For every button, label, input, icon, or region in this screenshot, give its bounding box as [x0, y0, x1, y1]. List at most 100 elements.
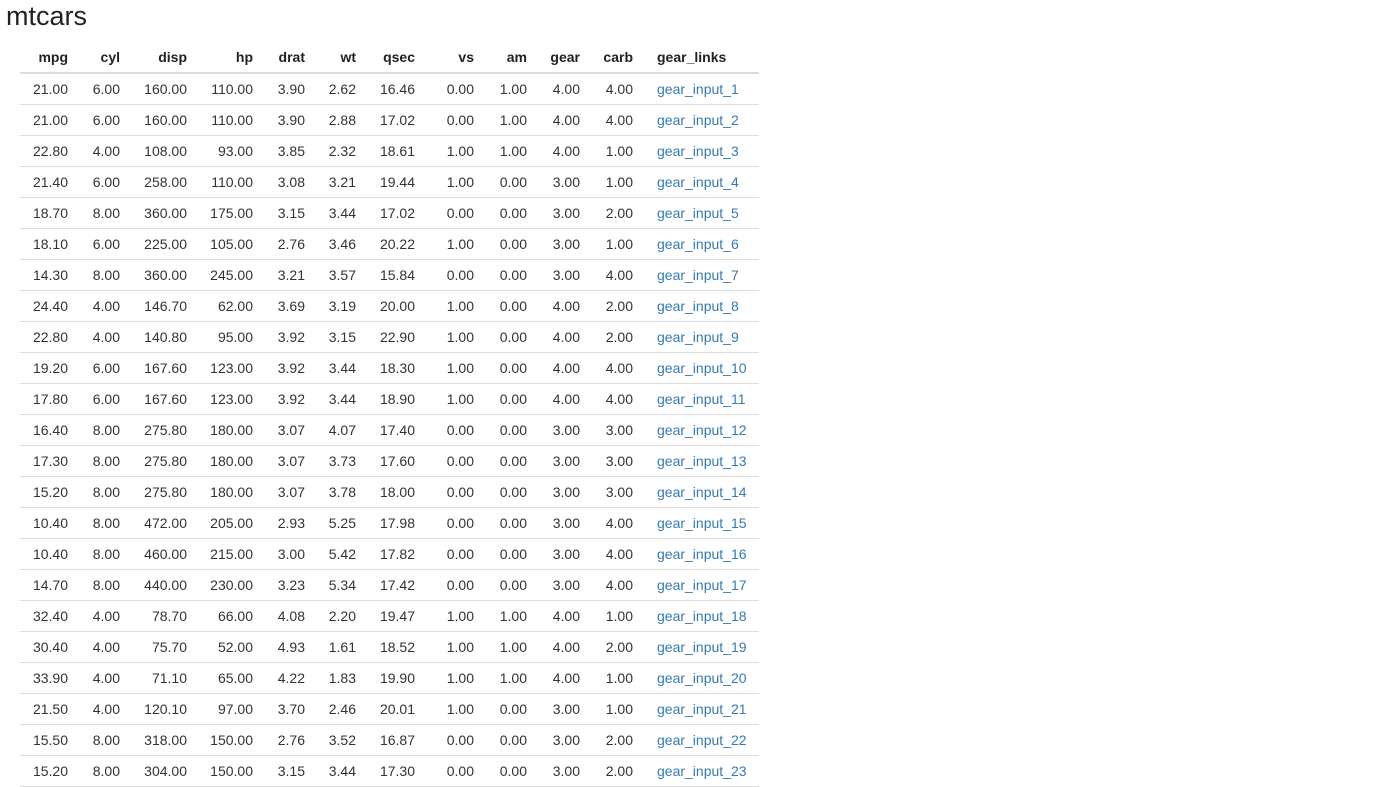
- cell-carb: 4.00: [592, 259, 645, 291]
- table-row: 10.40 8.00 472.00 205.00 2.93 5.25 17.98 0.00 0.…: [20, 507, 759, 539]
- gear-input-link[interactable]: gear_input_20: [657, 670, 747, 686]
- gear-link-cell: gear_input_10: [645, 352, 759, 384]
- gear-input-link[interactable]: gear_input_21: [657, 701, 747, 717]
- cell-mpg: 17.80: [20, 383, 80, 415]
- cell-mpg: 22.80: [20, 321, 80, 353]
- cell-am: 0.00: [486, 290, 539, 322]
- cell-carb: 1.00: [592, 600, 645, 632]
- cell-qsec: 16.46: [368, 73, 427, 105]
- cell-qsec: 18.90: [368, 383, 427, 415]
- gear-input-link[interactable]: gear_input_4: [657, 174, 739, 190]
- cell-gear: 3.00: [539, 259, 592, 291]
- cell-drat: 4.22: [265, 662, 317, 694]
- cell-drat: 3.85: [265, 135, 317, 167]
- gear-input-link[interactable]: gear_input_17: [657, 577, 747, 593]
- column-header-qsec[interactable]: qsec: [368, 42, 427, 74]
- cell-drat: 3.15: [265, 197, 317, 229]
- cell-vs: 1.00: [427, 166, 486, 198]
- cell-carb: 3.00: [592, 414, 645, 446]
- gear-input-link[interactable]: gear_input_1: [657, 81, 739, 97]
- gear-link-cell: gear_input_5: [645, 197, 759, 229]
- table-row: 21.00 6.00 160.00 110.00 3.90 2.88 17.02 0.00 1.…: [20, 104, 759, 136]
- cell-gear: 3.00: [539, 414, 592, 446]
- cell-qsec: 20.22: [368, 228, 427, 260]
- column-header-mpg[interactable]: mpg: [20, 42, 80, 74]
- cell-drat: 3.92: [265, 321, 317, 353]
- gear-input-link[interactable]: gear_input_12: [657, 422, 747, 438]
- column-header-carb[interactable]: carb: [592, 42, 645, 74]
- cell-gear: 3.00: [539, 476, 592, 508]
- cell-disp: 78.70: [132, 600, 199, 632]
- gear-input-link[interactable]: gear_input_13: [657, 453, 747, 469]
- cell-am: 1.00: [486, 600, 539, 632]
- gear-input-link[interactable]: gear_input_15: [657, 515, 747, 531]
- cell-mpg: 21.50: [20, 693, 80, 725]
- cell-hp: 93.00: [199, 135, 265, 167]
- cell-vs: 0.00: [427, 724, 486, 756]
- cell-wt: 5.34: [317, 569, 368, 601]
- cell-gear: 4.00: [539, 73, 592, 105]
- column-header-vs[interactable]: vs: [427, 42, 486, 74]
- cell-qsec: 20.01: [368, 693, 427, 725]
- column-header-cyl[interactable]: cyl: [80, 42, 132, 74]
- cell-qsec: 17.02: [368, 197, 427, 229]
- cell-vs: 0.00: [427, 104, 486, 136]
- cell-carb: 4.00: [592, 104, 645, 136]
- cell-drat: 3.07: [265, 445, 317, 477]
- cell-gear: 3.00: [539, 197, 592, 229]
- cell-qsec: 17.42: [368, 569, 427, 601]
- gear-input-link[interactable]: gear_input_9: [657, 329, 739, 345]
- column-header-drat[interactable]: drat: [265, 42, 317, 74]
- cell-vs: 1.00: [427, 352, 486, 384]
- gear-input-link[interactable]: gear_input_6: [657, 236, 739, 252]
- column-header-am[interactable]: am: [486, 42, 539, 74]
- cell-carb: 4.00: [592, 352, 645, 384]
- cell-carb: 2.00: [592, 631, 645, 663]
- gear-input-link[interactable]: gear_input_8: [657, 298, 739, 314]
- gear-link-cell: gear_input_14: [645, 476, 759, 508]
- cell-vs: 1.00: [427, 631, 486, 663]
- gear-input-link[interactable]: gear_input_19: [657, 639, 747, 655]
- cell-mpg: 15.50: [20, 724, 80, 756]
- gear-input-link[interactable]: gear_input_22: [657, 732, 747, 748]
- gear-input-link[interactable]: gear_input_10: [657, 360, 747, 376]
- cell-cyl: 8.00: [80, 259, 132, 291]
- cell-am: 1.00: [486, 135, 539, 167]
- column-header-gear-links[interactable]: gear_links: [645, 42, 759, 74]
- table-row: 32.40 4.00 78.70 66.00 4.08 2.20 19.47 1.00 1.00…: [20, 600, 759, 632]
- cell-cyl: 8.00: [80, 755, 132, 787]
- gear-input-link[interactable]: gear_input_5: [657, 205, 739, 221]
- gear-input-link[interactable]: gear_input_7: [657, 267, 739, 283]
- cell-mpg: 21.00: [20, 73, 80, 105]
- gear-input-link[interactable]: gear_input_2: [657, 112, 739, 128]
- column-header-hp[interactable]: hp: [199, 42, 265, 74]
- cell-cyl: 6.00: [80, 166, 132, 198]
- gear-input-link[interactable]: gear_input_16: [657, 546, 747, 562]
- gear-input-link[interactable]: gear_input_14: [657, 484, 747, 500]
- cell-cyl: 8.00: [80, 569, 132, 601]
- cell-carb: 3.00: [592, 476, 645, 508]
- cell-drat: 4.08: [265, 600, 317, 632]
- gear-link-cell: gear_input_3: [645, 135, 759, 167]
- cell-wt: 3.44: [317, 197, 368, 229]
- gear-input-link[interactable]: gear_input_23: [657, 763, 747, 779]
- cell-am: 0.00: [486, 538, 539, 570]
- table-row: 22.80 4.00 140.80 95.00 3.92 3.15 22.90 1.00 0.0…: [20, 321, 759, 353]
- gear-input-link[interactable]: gear_input_11: [657, 391, 745, 407]
- cell-disp: 360.00: [132, 197, 199, 229]
- cell-wt: 3.46: [317, 228, 368, 260]
- cell-hp: 180.00: [199, 414, 265, 446]
- cell-hp: 150.00: [199, 724, 265, 756]
- table-row: 15.20 8.00 304.00 150.00 3.15 3.44 17.30 0.00 0.…: [20, 755, 759, 787]
- column-header-disp[interactable]: disp: [132, 42, 199, 74]
- cell-qsec: 19.90: [368, 662, 427, 694]
- gear-input-link[interactable]: gear_input_18: [657, 608, 747, 624]
- cell-cyl: 8.00: [80, 476, 132, 508]
- gear-input-link[interactable]: gear_input_3: [657, 143, 739, 159]
- cell-carb: 1.00: [592, 228, 645, 260]
- column-header-gear[interactable]: gear: [539, 42, 592, 74]
- cell-vs: 0.00: [427, 445, 486, 477]
- column-header-wt[interactable]: wt: [317, 42, 368, 74]
- cell-carb: 4.00: [592, 73, 645, 105]
- cell-disp: 167.60: [132, 352, 199, 384]
